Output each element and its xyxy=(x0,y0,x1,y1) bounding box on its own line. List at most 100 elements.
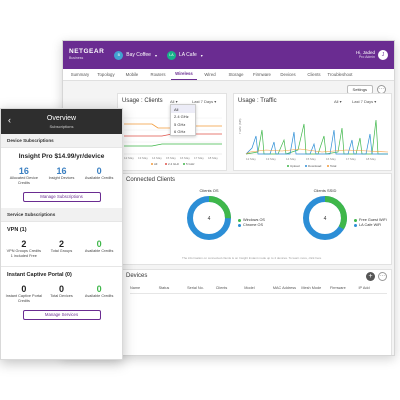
stat-total-groups: 2 Total Groups xyxy=(43,239,80,258)
card-title: Usage : Clients xyxy=(122,98,163,104)
range-value: Last 7 Days xyxy=(352,99,374,104)
stat-label: Available Credits xyxy=(84,176,114,180)
clients-os-donut: Clients OS 4 xyxy=(184,188,234,248)
column-header[interactable]: Firmware xyxy=(330,286,359,290)
stat-label: Available Credits xyxy=(84,249,114,253)
donut-center-value: 4 xyxy=(324,216,327,222)
user-menu[interactable]: Hi, Jaded Pro Admin J xyxy=(356,50,388,61)
stat-value: 0 xyxy=(96,284,102,294)
icp-stats: 0 Instant Captive Portal Credits 0 Total… xyxy=(1,284,122,303)
tab-storage[interactable]: Storage xyxy=(223,72,249,80)
avatar: J xyxy=(378,50,388,60)
legend-item: All xyxy=(154,162,158,166)
column-header[interactable]: IP Add xyxy=(359,286,388,290)
legend-item: Download xyxy=(308,164,322,168)
chevron-down-icon: ▾ xyxy=(154,52,157,58)
stat-value: 0 xyxy=(96,239,102,249)
stat-label: Allocated Device Credits xyxy=(9,176,38,185)
x-tick: 17 May xyxy=(346,157,356,161)
x-tick: 18 May xyxy=(366,157,376,161)
x-tick: 14 May xyxy=(286,157,296,161)
more-options-icon[interactable]: ⋯ xyxy=(378,272,387,281)
legend-label: Windows OS xyxy=(243,218,265,222)
mobile-title: Overview xyxy=(46,115,77,122)
divider xyxy=(130,293,387,294)
series-5ghz-line xyxy=(124,143,222,147)
icp-title: Instant Captive Portal (0) xyxy=(1,266,122,278)
x-tick: 16 May xyxy=(180,156,190,160)
tab-clients[interactable]: Clients xyxy=(301,72,327,80)
manage-subscriptions-button[interactable]: Manage Subscriptions xyxy=(22,192,101,202)
x-tick: 13 May xyxy=(266,157,276,161)
location-selector-2[interactable]: LA LA Cafe ▾ xyxy=(166,50,203,60)
stat-vpn-credits: 2 VPN Groups Credits 1 included Free xyxy=(5,239,42,258)
stat-label: Insight Devices xyxy=(48,176,75,180)
tab-routers[interactable]: Routers xyxy=(145,72,171,80)
legend-label: Free Guest WiFi xyxy=(359,218,387,222)
tab-devices[interactable]: Devices xyxy=(275,72,301,80)
donut-legend: Windows OS Chrome OS xyxy=(238,218,265,228)
dropdown-option[interactable]: All xyxy=(171,105,195,113)
column-header[interactable]: Mesh Mode xyxy=(301,286,330,290)
add-device-icon[interactable]: + xyxy=(366,272,375,281)
location-icon: B xyxy=(114,50,124,60)
legend-item: 5 GHz xyxy=(186,162,195,166)
y-axis-label: Traffic (MB) xyxy=(238,118,242,134)
tab-topology[interactable]: Topology xyxy=(93,72,119,80)
tab-troubleshoot[interactable]: Troubleshoot xyxy=(327,72,353,80)
mobile-overview-panel: ‹ Overview Subscriptions Device Subscrip… xyxy=(0,108,123,360)
user-role: Pro Admin xyxy=(358,55,375,59)
dropdown-option[interactable]: 2.4 GHz xyxy=(171,113,195,121)
stat-value: 2 xyxy=(21,239,27,249)
legend-label: LA Cafe WiFi xyxy=(359,223,382,227)
column-header[interactable]: Name xyxy=(130,286,159,290)
stat-available-credits: 0 Available Credits xyxy=(81,284,118,303)
legend-item: LA Cafe WiFi xyxy=(354,223,387,228)
top-bar: NETGEAR Business B Bay Coffee ▾ LA LA Ca… xyxy=(63,41,394,69)
chevron-down-icon: ▾ xyxy=(200,52,203,58)
x-tick: 16 May xyxy=(326,157,336,161)
x-tick: 17 May xyxy=(194,156,204,160)
manage-services-button[interactable]: Manage Services xyxy=(22,310,101,320)
connected-footnote: The information on connected clients is … xyxy=(182,256,322,260)
dropdown-option[interactable]: 6 GHz xyxy=(171,128,195,136)
location-name: LA Cafe xyxy=(178,52,197,58)
clients-filter-dropdown: All 2.4 GHz 5 GHz 6 GHz xyxy=(170,104,196,136)
dropdown-option[interactable]: 5 GHz xyxy=(171,120,195,128)
connected-clients-card: Connected Clients Clients OS 4 Windows O… xyxy=(121,173,392,265)
stat-insight-devices: 16 Insight Devices xyxy=(43,166,80,185)
stat-label: Total Groups xyxy=(50,249,73,253)
legend-item: Total xyxy=(330,164,337,168)
tab-firmware[interactable]: Firmware xyxy=(249,72,275,80)
card-title: Usage : Traffic xyxy=(238,98,277,104)
stat-available-credits: 0 Available Credits xyxy=(81,239,118,258)
stat-label: VPN Groups Credits 1 included Free xyxy=(6,249,42,258)
column-header[interactable]: Status xyxy=(159,286,188,290)
column-header[interactable]: Clients xyxy=(216,286,245,290)
tab-summary[interactable]: Summary xyxy=(67,72,93,80)
tab-mobile[interactable]: Mobile xyxy=(119,72,145,80)
tab-wireless[interactable]: Wireless xyxy=(171,71,197,80)
traffic-range-select[interactable]: Last 7 Days ▾ xyxy=(352,99,376,104)
x-tick: 13 May xyxy=(138,156,148,160)
device-subscriptions-header: Device Subscriptions xyxy=(1,134,122,148)
stat-value: 16 xyxy=(56,166,67,176)
location-selector-1[interactable]: B Bay Coffee ▾ xyxy=(114,50,157,60)
tab-wired[interactable]: Wired xyxy=(197,72,223,80)
card-title: Connected Clients xyxy=(126,177,176,183)
service-subscriptions-header: Service Subscriptions xyxy=(1,208,122,222)
column-header[interactable]: MAC Address xyxy=(273,286,302,290)
column-header[interactable]: Model xyxy=(244,286,273,290)
donut-chart: 4 xyxy=(303,196,347,240)
x-tick: 15 May xyxy=(166,156,176,160)
main-tabs: Summary Topology Mobile Routers Wireless… xyxy=(63,69,394,81)
stat-value: 0 xyxy=(96,166,102,176)
x-tick: 14 May xyxy=(152,156,162,160)
mobile-header: ‹ Overview Subscriptions xyxy=(1,109,122,134)
traffic-filter-select[interactable]: All ▾ xyxy=(334,99,342,104)
column-header[interactable]: Serial No. xyxy=(187,286,216,290)
legend-label: Chrome OS xyxy=(243,223,264,227)
x-tick: 18 May xyxy=(208,156,218,160)
usage-traffic-card: Usage : Traffic All ▾ Last 7 Days ▾ Traf… xyxy=(233,93,392,171)
legend-item: Chrome OS xyxy=(238,223,265,228)
